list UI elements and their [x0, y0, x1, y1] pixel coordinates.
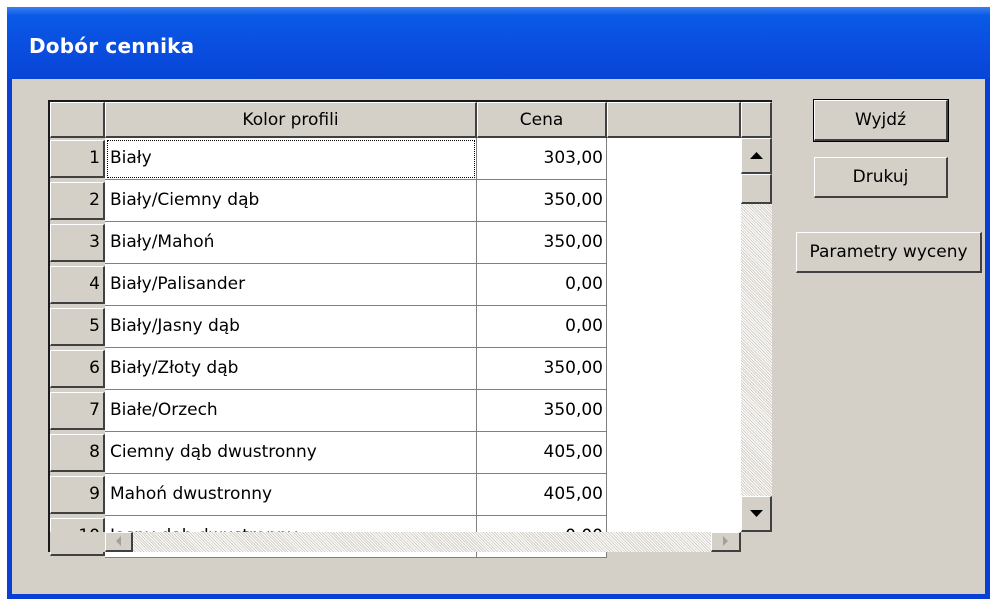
row-header[interactable]: 3 [50, 224, 105, 262]
window-title: Dobór cennika [29, 34, 195, 58]
column-header-kolor-profili[interactable]: Kolor profili [105, 102, 477, 138]
scroll-left-button[interactable] [105, 532, 133, 552]
arrow-left-icon [116, 536, 121, 546]
cell-kolor-profili[interactable]: Biały/Mahoń [105, 222, 477, 264]
cell-cena[interactable]: 405,00 [477, 432, 607, 474]
cell-cena[interactable]: 350,00 [477, 222, 607, 264]
row-header[interactable]: 2 [50, 182, 105, 220]
scroll-up-button[interactable] [741, 138, 772, 174]
cell-cena[interactable]: 350,00 [477, 180, 607, 222]
scroll-thumb[interactable] [741, 174, 772, 204]
cell-kolor-profili[interactable]: Mahoń dwustronny [105, 474, 477, 516]
row-header[interactable]: 6 [50, 350, 105, 388]
grid-bottom-right-corner [741, 532, 772, 552]
cell-cena[interactable]: 405,00 [477, 474, 607, 516]
arrow-down-icon [749, 509, 763, 517]
row-header[interactable]: 5 [50, 308, 105, 346]
pricing-params-button[interactable]: Parametry wyceny [796, 232, 982, 273]
cell-kolor-profili[interactable]: Białe/Orzech [105, 390, 477, 432]
cell-kolor-profili[interactable]: Biały/Palisander [105, 264, 477, 306]
cell-cena[interactable]: 0,00 [477, 306, 607, 348]
cell-kolor-profili[interactable]: Biały/Jasny dąb [105, 306, 477, 348]
cell-cena[interactable]: 350,00 [477, 348, 607, 390]
window: Dobór cennika Kolor profili Cena 1 Biały 3… [7, 7, 990, 599]
exit-button[interactable]: Wyjdź [813, 99, 949, 142]
row-header[interactable]: 9 [50, 476, 105, 514]
scroll-right-button[interactable] [711, 532, 741, 552]
row-header[interactable]: 7 [50, 392, 105, 430]
dialog-client-area: Kolor profili Cena 1 Biały 303,00 2 Biały/Ci… [12, 79, 985, 594]
cell-kolor-profili[interactable]: Biały/Ciemny dąb [105, 180, 477, 222]
column-header-empty [607, 102, 741, 138]
cell-cena[interactable]: 303,00 [477, 138, 607, 180]
grid-bottom-left-corner [50, 532, 105, 552]
row-header[interactable]: 4 [50, 266, 105, 304]
arrow-up-icon [749, 151, 763, 159]
cell-kolor-profili[interactable]: Ciemny dąb dwustronny [105, 432, 477, 474]
vertical-scrollbar[interactable] [741, 138, 772, 532]
grid-empty-area [607, 138, 741, 532]
arrow-right-icon [723, 536, 728, 546]
title-bar[interactable]: Dobór cennika [7, 7, 990, 79]
scrollbar-header-corner [741, 102, 772, 138]
price-grid: Kolor profili Cena 1 Biały 303,00 2 Biały/Ci… [48, 100, 772, 558]
print-button[interactable]: Drukuj [814, 157, 948, 198]
grid-corner-header [50, 102, 105, 138]
cell-kolor-profili[interactable]: Biały [105, 138, 477, 180]
column-header-cena[interactable]: Cena [477, 102, 607, 138]
row-header[interactable]: 1 [50, 140, 105, 178]
scroll-down-button[interactable] [741, 496, 772, 532]
row-header[interactable]: 8 [50, 434, 105, 472]
cell-kolor-profili[interactable]: Biały/Złoty dąb [105, 348, 477, 390]
cell-cena[interactable]: 350,00 [477, 390, 607, 432]
horizontal-scrollbar[interactable] [105, 532, 741, 552]
cell-cena[interactable]: 0,00 [477, 264, 607, 306]
